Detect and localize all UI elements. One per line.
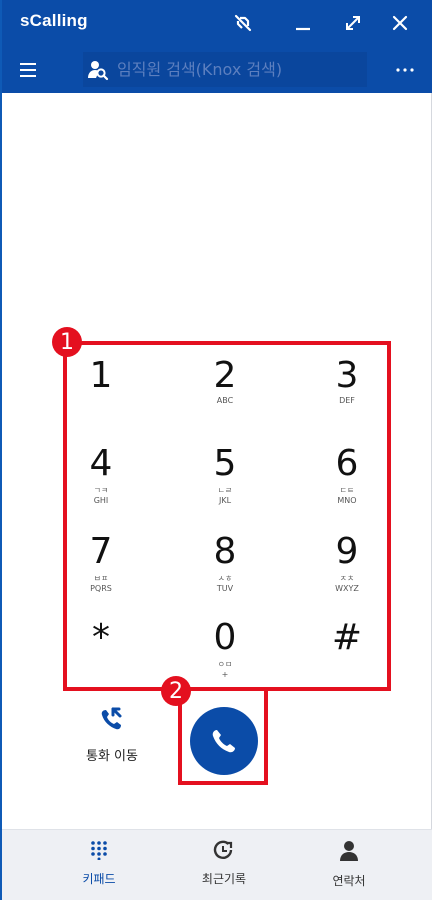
key-2[interactable]: 2 ABC [175,342,275,428]
key-korean: ㅂㅍ [93,574,109,583]
key-korean: ㅈㅊ [339,574,355,583]
key-digit: 0 [213,617,237,658]
nav-recent-label: 최근기록 [201,872,247,886]
dial-keypad: 1 2 ABC 3 DEF 4 ㄱㅋ GHI 5 ㄴㄹ JKL 6 ㄷㅌ MNO… [65,342,391,690]
search-input[interactable] [111,52,367,87]
call-transfer-label: 통화 이동 [86,749,138,764]
maximize-button[interactable] [338,8,368,38]
key-letters: PQRS [90,584,112,593]
key-digit: * [92,617,110,658]
key-letters: DEF [339,396,355,405]
key-digit: 6 [335,443,359,484]
key-digit: 7 [89,531,113,572]
dialpad-icon [91,841,107,861]
key-digit: 5 [213,443,237,484]
key-letters: MNO [337,496,357,505]
search-box [83,52,367,87]
call-button[interactable] [190,707,258,775]
nav-keypad-label: 키패드 [82,872,116,886]
menu-button[interactable] [12,54,44,86]
nav-keypad[interactable]: 키패드 [54,840,144,892]
key-digit: # [331,617,363,658]
key-letters: ABC [216,396,234,405]
search-bar [2,47,432,93]
key-3[interactable]: 3 DEF [297,342,397,428]
key-7[interactable]: 7 ㅂㅍ PQRS [51,518,151,604]
key-8[interactable]: 8 ㅅㅎ TUV [175,518,275,604]
pin-button[interactable] [228,8,258,38]
annotation-badge-1: 1 [52,327,82,357]
close-button[interactable] [385,8,415,38]
key-digit: 9 [335,531,359,572]
key-korean: ㄱㅋ [93,486,109,495]
key-4[interactable]: 4 ㄱㅋ GHI [51,430,151,516]
key-digit: 1 [89,355,113,396]
phone-icon [212,730,235,753]
key-letters: WXYZ [335,584,359,593]
key-letters: JKL [218,496,232,505]
key-digit: 2 [213,355,237,396]
person-icon [340,841,358,861]
key-letters: TUV [216,584,234,593]
person-search-icon [85,57,111,83]
more-options-button[interactable] [390,55,420,85]
key-6[interactable]: 6 ㄷㅌ MNO [297,430,397,516]
call-transfer-button[interactable]: 통화 이동 [72,706,152,766]
annotation-badge-2: 2 [161,676,191,706]
nav-contacts[interactable]: 연락처 [304,840,394,892]
key-star[interactable]: * [51,604,151,690]
close-icon [392,15,408,31]
nav-recent[interactable]: 최근기록 [179,840,269,892]
key-5[interactable]: 5 ㄴㄹ JKL [175,430,275,516]
hamburger-menu-icon [20,63,36,77]
key-letters: GHI [93,496,109,505]
app-window: sCalling 임직원 검색(Knox 검색) 1 2 ABC 3 DEF 4… [0,0,432,900]
key-digit: 8 [213,531,237,572]
minimize-icon [296,27,310,31]
recent-history-icon [213,840,233,859]
minimize-button[interactable] [288,8,318,38]
key-digit: 4 [89,443,113,484]
key-digit: 3 [335,355,359,396]
bottom-navigation: 키패드 최근기록 연락처 [2,829,432,900]
key-9[interactable]: 9 ㅈㅊ WXYZ [297,518,397,604]
call-transfer-icon [101,707,122,730]
key-korean: ㅅㅎ [217,574,233,583]
more-icon [396,68,414,72]
key-hash[interactable]: # [297,604,397,690]
app-title: sCalling [20,11,88,30]
unpin-icon [234,14,252,32]
expand-icon [346,16,360,30]
key-korean: ㅇㅁ [217,660,233,669]
key-korean: ㄷㅌ [339,486,355,495]
title-bar: sCalling [2,0,432,47]
key-0[interactable]: 0 ㅇㅁ + [175,604,275,690]
nav-contacts-label: 연락처 [332,874,366,888]
key-korean: ㄴㄹ [217,486,233,495]
key-letters: + [221,670,229,679]
